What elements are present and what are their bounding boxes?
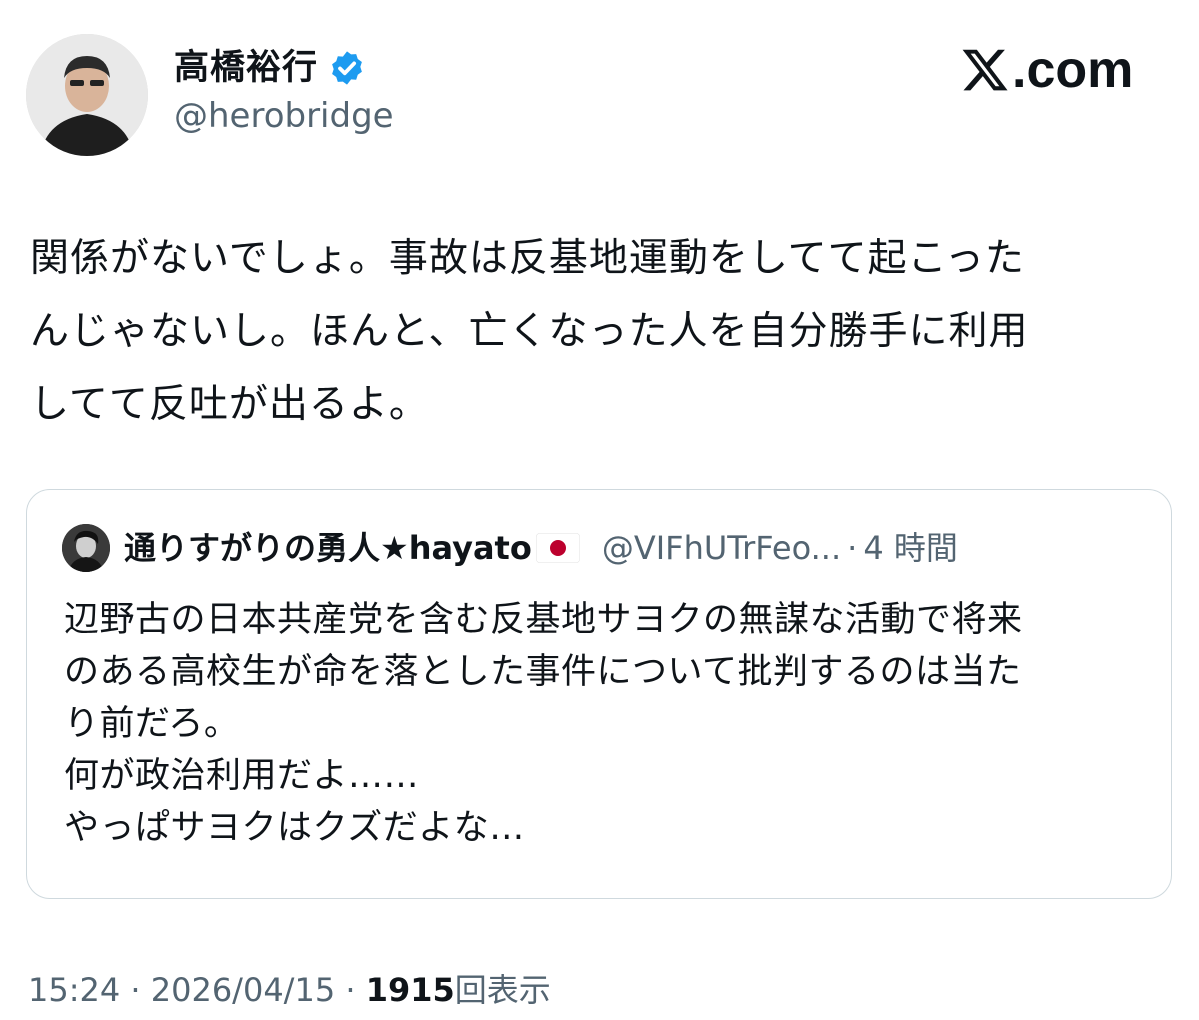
quoted-author-name[interactable]: 通りすがりの勇人★hayato	[124, 524, 532, 572]
quoted-tweet-time[interactable]: 4 時間	[863, 524, 958, 572]
tweet-line: 関係がないでしょ。事故は反基地運動をしてて起こった	[30, 236, 1025, 281]
views-label: 回表示	[454, 971, 551, 1009]
quoted-line: 何が政治利用だよ……	[64, 756, 420, 796]
tweet-text: 関係がないでしょ。事故は反基地運動をしてて起こった んじゃないし。ほんと、亡くな…	[30, 222, 1160, 441]
tweet-line: んじゃないし。ほんと、亡くなった人を自分勝手に利用	[30, 309, 1029, 354]
author-display-name[interactable]: 高橋裕行	[174, 44, 318, 92]
quoted-line: やっぱサヨクはクズだよな…	[64, 808, 525, 848]
quoted-author-handle[interactable]: @VIFhUTrFeo...	[602, 524, 841, 572]
tweet-date[interactable]: 2026/04/15	[151, 971, 335, 1009]
quoted-author-avatar[interactable]	[62, 524, 110, 572]
verified-badge-icon	[332, 51, 362, 85]
avatar-image	[62, 524, 110, 572]
tweet-meta: 15:24 · 2026/04/15 · 1915回表示	[28, 966, 551, 1014]
tweet-time[interactable]: 15:24	[28, 971, 120, 1009]
quoted-line: り前だろ。	[64, 704, 240, 744]
tweet-line: してて反吐が出るよ。	[30, 382, 429, 427]
quoted-line: のある高校生が命を落とした事件について批判するのは当た	[64, 652, 1022, 692]
quoted-tweet-header: 通りすがりの勇人★hayato @VIFhUTrFeo... · 4 時間	[62, 524, 958, 572]
views-count: 1915	[365, 971, 455, 1009]
quoted-line: 辺野古の日本共産党を含む反基地サヨクの無謀な活動で将来	[64, 600, 1023, 640]
separator-dot: ·	[847, 529, 858, 567]
avatar-image	[26, 34, 148, 156]
brand-domain-text: .com	[1012, 41, 1134, 99]
x-logo-icon	[962, 49, 1008, 91]
separator-dot: ·	[345, 971, 356, 1009]
author-name-row: 高橋裕行	[174, 44, 366, 92]
x-brand: .com	[960, 40, 1133, 100]
separator-dot: ·	[130, 971, 141, 1009]
japan-flag-icon	[535, 533, 580, 563]
quoted-tweet-card[interactable]: 通りすがりの勇人★hayato @VIFhUTrFeo... · 4 時間 辺野…	[26, 489, 1172, 899]
author-avatar[interactable]	[26, 34, 148, 156]
quoted-tweet-text: 辺野古の日本共産党を含む反基地サヨクの無謀な活動で将来 のある高校生が命を落とし…	[64, 594, 1144, 854]
author-handle[interactable]: @herobridge	[174, 94, 394, 138]
